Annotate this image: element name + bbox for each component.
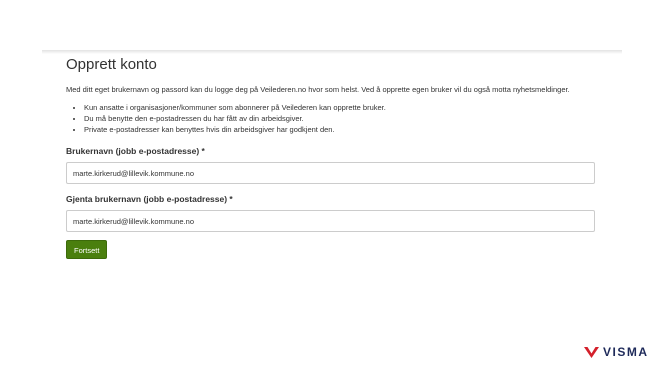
- username-input[interactable]: [66, 162, 595, 184]
- list-item: Du må benytte den e-postadressen du har …: [84, 113, 596, 124]
- intro-text: Med ditt eget brukernavn og passord kan …: [66, 85, 570, 94]
- username-label: Brukernavn (jobb e-postadresse) *: [66, 146, 205, 156]
- repeat-username-input[interactable]: [66, 210, 595, 232]
- visma-logo-icon: [583, 346, 600, 359]
- repeat-username-label: Gjenta brukernavn (jobb e-postadresse) *: [66, 194, 233, 204]
- header-divider: [42, 50, 622, 54]
- requirements-list: Kun ansatte i organisasjoner/kommuner so…: [66, 102, 596, 135]
- visma-logo: VISMA: [583, 345, 649, 359]
- list-item: Kun ansatte i organisasjoner/kommuner so…: [84, 102, 596, 113]
- list-item: Private e-postadresser kan benyttes hvis…: [84, 124, 596, 135]
- continue-button[interactable]: Fortsett: [66, 240, 108, 259]
- create-account-form: Opprett konto Med ditt eget brukernavn o…: [66, 56, 596, 259]
- page-title: Opprett konto: [66, 56, 157, 73]
- brand-name: VISMA: [603, 345, 649, 359]
